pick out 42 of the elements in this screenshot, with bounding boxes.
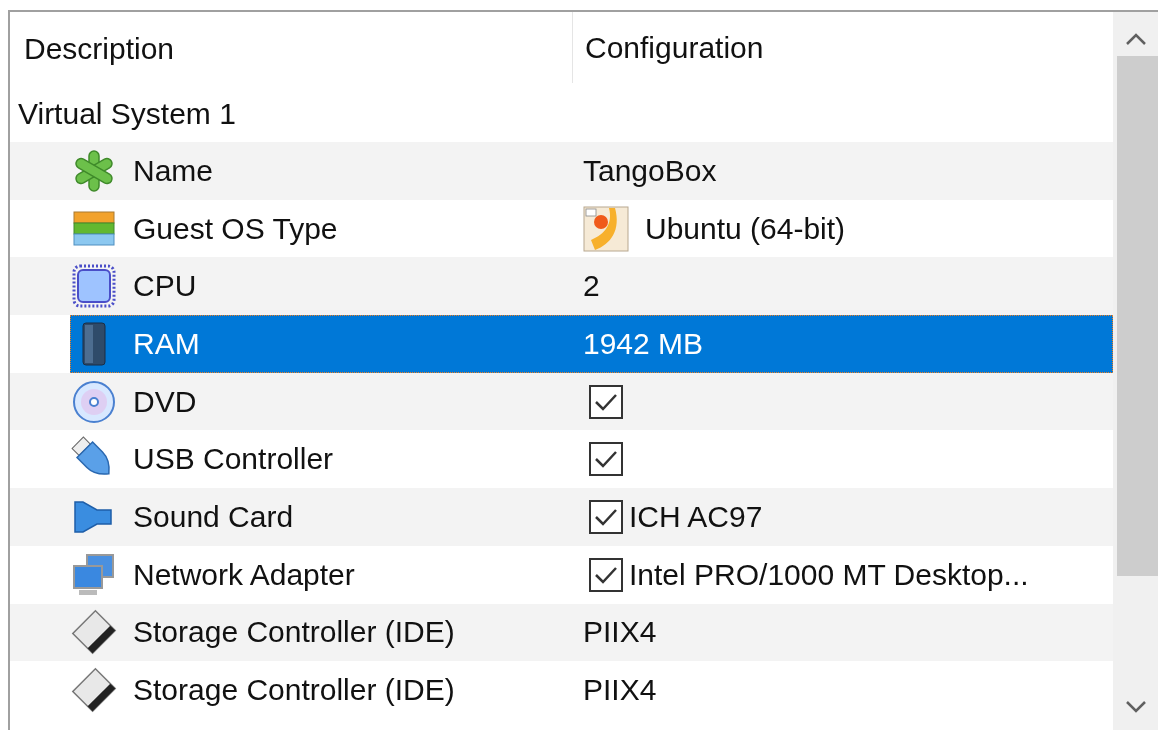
description-text: RAM [133, 326, 200, 361]
chip-icon [71, 263, 117, 310]
scroll-up-icon[interactable] [1124, 32, 1147, 46]
description-text: Network Adapter [133, 557, 355, 592]
group-label[interactable]: Virtual System 1 [10, 85, 1113, 142]
disc-icon [71, 378, 117, 425]
table-row[interactable]: Sound Card ICH AC97 [70, 488, 1113, 546]
checkbox[interactable] [589, 557, 623, 592]
configuration-value: Ubuntu (64-bit) [645, 211, 846, 246]
check-icon [594, 449, 618, 470]
configuration-value: Intel PRO/1000 MT Desktop... [629, 557, 1029, 592]
description-text: USB Controller [133, 442, 334, 477]
table-row[interactable]: DVD [70, 372, 1113, 431]
configuration-value: 1942 MB [583, 326, 704, 361]
table-row[interactable]: Storage Controller (IDE) PIIX4 [70, 661, 1113, 719]
configuration-value: PIIX4 [583, 615, 657, 650]
table-row[interactable]: Network Adapter Intel PRO/1000 MT Desktop... [70, 545, 1113, 604]
configuration-value: PIIX4 [583, 673, 657, 708]
checkbox[interactable] [589, 499, 623, 534]
table-row[interactable]: Storage Controller (IDE) PIIX4 [70, 603, 1113, 662]
description-text: CPU [133, 269, 197, 304]
checkbox[interactable] [589, 384, 623, 419]
table-row[interactable]: CPU 2 [70, 257, 1113, 316]
description-text: Storage Controller (IDE) [133, 615, 455, 650]
table-row[interactable]: RAM 1942 MB [70, 315, 1113, 373]
configuration-value: TangoBox [583, 153, 717, 188]
checkbox[interactable] [589, 442, 623, 477]
configuration-value: 2 [583, 269, 600, 304]
description-text: Storage Controller (IDE) [133, 673, 455, 708]
scrollbar-thumb[interactable] [1117, 56, 1158, 576]
description-text: Sound Card [133, 499, 294, 534]
column-header[interactable]: Description [10, 12, 572, 85]
table-row[interactable]: Name TangoBox [70, 142, 1113, 200]
scroll-down-icon[interactable] [1124, 700, 1147, 714]
table-row[interactable]: USB Controller [70, 430, 1113, 489]
os-logo-icon [583, 205, 629, 252]
monitors-icon [71, 551, 117, 598]
description-text: Name [133, 153, 214, 188]
table-row[interactable]: Guest OS Type Ubuntu (64-bit) [70, 199, 1113, 258]
description-text: DVD [133, 384, 197, 419]
description-text: Guest OS Type [133, 211, 338, 246]
configuration-value: ICH AC97 [629, 499, 763, 534]
